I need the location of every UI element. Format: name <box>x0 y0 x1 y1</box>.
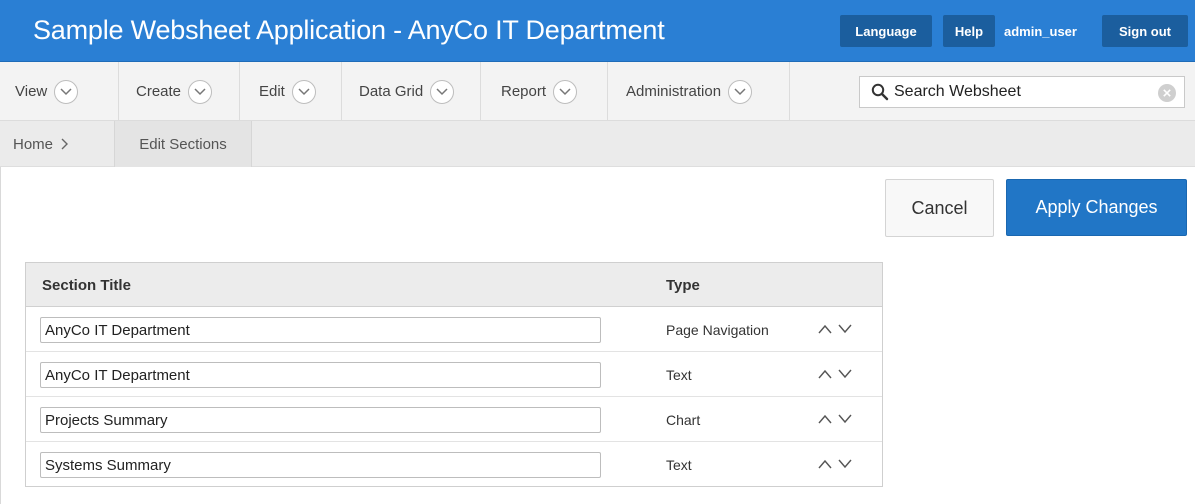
table-row: Page Navigation <box>26 307 882 352</box>
menu-label: Create <box>136 83 182 100</box>
move-down-icon[interactable] <box>837 412 853 424</box>
move-down-icon[interactable] <box>837 367 853 379</box>
column-header-section-title: Section Title <box>42 276 131 294</box>
move-up-icon[interactable] <box>817 322 833 334</box>
chevron-down-icon <box>430 79 455 104</box>
chevron-down-icon <box>291 79 316 104</box>
breadcrumb-current: Edit Sections <box>115 121 252 167</box>
search-icon <box>871 83 889 101</box>
language-button[interactable]: Language <box>840 15 932 47</box>
section-type: Page Navigation <box>666 321 769 338</box>
search-input[interactable] <box>894 78 1154 106</box>
chevron-down-icon <box>188 79 213 104</box>
move-up-icon[interactable] <box>817 457 833 469</box>
breadcrumb-home-label: Home <box>13 135 54 153</box>
breadcrumb: Home Edit Sections <box>0 121 1195 167</box>
column-header-type: Type <box>666 276 700 294</box>
menu-label: Data Grid <box>359 83 424 100</box>
menu-view[interactable]: View <box>0 62 119 121</box>
menu-administration[interactable]: Administration <box>608 62 790 121</box>
sign-out-button[interactable]: Sign out <box>1102 15 1188 47</box>
section-title-input[interactable] <box>40 317 601 343</box>
cancel-button[interactable]: Cancel <box>885 179 994 237</box>
chevron-down-icon <box>54 79 79 104</box>
page-border <box>0 167 1 504</box>
chevron-down-icon <box>553 79 578 104</box>
table-row: Text <box>26 352 882 397</box>
sections-table: Section Title Type Page Navigation Text … <box>25 262 883 487</box>
menu-label: View <box>15 83 48 100</box>
clear-search-icon[interactable] <box>1158 84 1176 102</box>
app-header: Sample Websheet Application - AnyCo IT D… <box>0 0 1195 62</box>
apply-changes-button[interactable]: Apply Changes <box>1006 179 1187 236</box>
move-up-icon[interactable] <box>817 412 833 424</box>
menu-data-grid[interactable]: Data Grid <box>342 62 481 121</box>
move-down-icon[interactable] <box>837 322 853 334</box>
table-row: Chart <box>26 397 882 442</box>
app-title: Sample Websheet Application - AnyCo IT D… <box>33 15 665 45</box>
section-type: Text <box>666 456 692 473</box>
section-title-input[interactable] <box>40 362 601 388</box>
section-type: Text <box>666 366 692 383</box>
move-up-icon[interactable] <box>817 367 833 379</box>
section-title-input[interactable] <box>40 452 601 478</box>
search-box <box>859 76 1185 108</box>
table-row: Text <box>26 442 882 487</box>
section-type: Chart <box>666 411 701 428</box>
table-header: Section Title Type <box>26 263 882 307</box>
menu-label: Report <box>501 83 547 100</box>
menu-label: Edit <box>259 83 285 100</box>
menu-label: Administration <box>626 83 722 100</box>
username-link[interactable]: admin_user <box>1004 15 1077 47</box>
chevron-right-icon <box>61 138 69 150</box>
section-title-input[interactable] <box>40 407 601 433</box>
menu-create[interactable]: Create <box>119 62 240 121</box>
help-button[interactable]: Help <box>943 15 995 47</box>
move-down-icon[interactable] <box>837 457 853 469</box>
chevron-down-icon <box>728 79 753 104</box>
menu-edit[interactable]: Edit <box>240 62 342 121</box>
breadcrumb-home[interactable]: Home <box>0 121 115 167</box>
menu-report[interactable]: Report <box>481 62 608 121</box>
menu-bar: View Create Edit Data Grid Report Admini… <box>0 62 1195 121</box>
